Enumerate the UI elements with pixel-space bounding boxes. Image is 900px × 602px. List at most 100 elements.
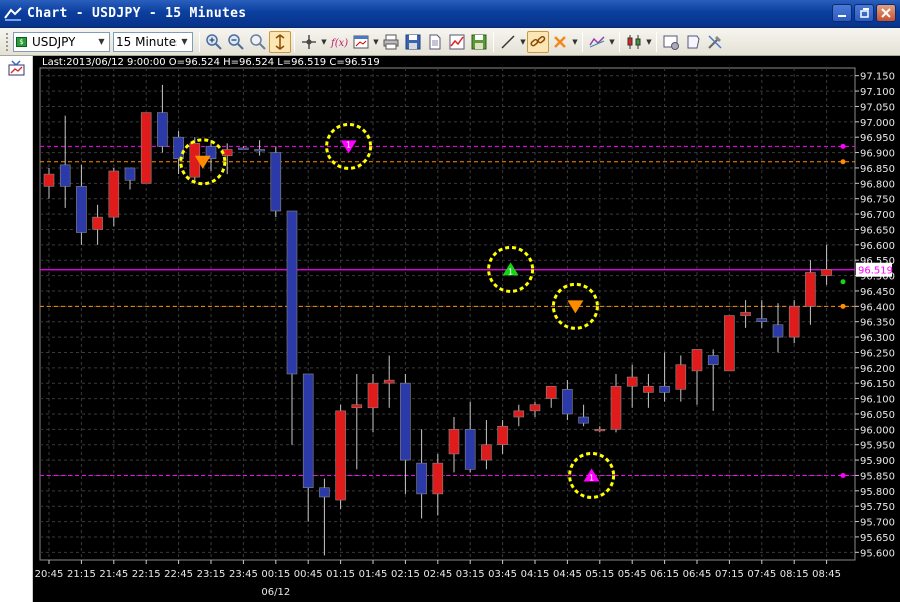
toolbar-separator xyxy=(199,31,200,52)
price-level-dot xyxy=(840,159,846,165)
chevron-down-icon[interactable]: ▼ xyxy=(372,31,380,53)
candle-body xyxy=(707,355,719,366)
print-button[interactable] xyxy=(380,31,402,53)
x-tick-label: 08:15 xyxy=(780,569,809,580)
y-tick-label: 97.050 xyxy=(860,102,895,113)
marker-label: 1 xyxy=(589,473,594,482)
chart-area[interactable]: 95.600 95.650 95.700 95.750 95.800 95.850 95.9… xyxy=(33,56,900,602)
candle-body xyxy=(270,152,282,212)
link-button[interactable] xyxy=(527,30,549,53)
price-level-dot xyxy=(840,472,846,478)
properties-button[interactable] xyxy=(660,31,682,53)
zoom-out-icon xyxy=(228,33,244,50)
x-tick-label: 00:15 xyxy=(261,569,290,580)
export-icon xyxy=(471,34,487,49)
document-button[interactable] xyxy=(424,31,446,53)
y-tick-label: 96.600 xyxy=(860,241,895,252)
y-tick-label: 97.150 xyxy=(860,72,895,83)
window-title: Chart - USDJPY - 15 Minutes xyxy=(27,6,247,21)
candle xyxy=(92,204,103,245)
x-tick-label: 04:45 xyxy=(553,569,582,580)
candle xyxy=(416,429,427,519)
y-tick-label: 96.250 xyxy=(860,348,895,359)
price-level-dot xyxy=(840,303,846,309)
x-tick-label: 06:15 xyxy=(650,569,679,580)
y-tick-label: 95.850 xyxy=(860,471,895,482)
candle-body xyxy=(481,444,492,461)
y-tick-label: 95.900 xyxy=(860,456,895,467)
timeframe-select[interactable]: 15 Minutes ▼ xyxy=(113,31,193,52)
candlestick-chart[interactable]: 95.600 95.650 95.700 95.750 95.800 95.850 95.9… xyxy=(33,56,900,602)
candle-body xyxy=(594,429,606,432)
chevron-down-icon[interactable]: ▼ xyxy=(94,33,109,51)
settings-button[interactable] xyxy=(704,31,726,53)
candle-body xyxy=(351,404,363,409)
chevron-down-icon[interactable]: ▼ xyxy=(608,31,616,53)
y-tick-label: 96.450 xyxy=(860,287,895,298)
chart-window-icon xyxy=(353,35,369,48)
link-icon xyxy=(530,35,546,46)
restore-button[interactable] xyxy=(854,4,874,22)
close-button[interactable] xyxy=(876,4,896,22)
delete-button[interactable] xyxy=(549,31,571,53)
chart-window-button[interactable] xyxy=(350,31,372,53)
candle-body xyxy=(302,373,314,489)
candle-body xyxy=(92,216,103,230)
save-button[interactable] xyxy=(402,31,424,53)
candle-body xyxy=(416,462,427,495)
chart-list-icon[interactable] xyxy=(8,60,25,77)
export-button[interactable] xyxy=(468,31,490,53)
minimize-button[interactable] xyxy=(832,4,852,22)
candle xyxy=(724,315,735,372)
chevron-down-icon[interactable]: ▼ xyxy=(320,31,328,53)
toolbar-grip[interactable] xyxy=(6,32,9,51)
x-tick-label: 23:45 xyxy=(229,569,258,580)
y-tick-label: 96.350 xyxy=(860,318,895,329)
crosshair-button[interactable] xyxy=(298,31,320,53)
indicator-button[interactable]: f(x) xyxy=(328,31,350,53)
x-tick-label: 04:15 xyxy=(521,569,550,580)
candle-body xyxy=(529,404,541,412)
x-tick-label: 21:15 xyxy=(67,569,96,580)
chevron-down-icon[interactable]: ▼ xyxy=(571,31,579,53)
candle-body xyxy=(464,429,476,470)
candle-body xyxy=(675,364,687,390)
candle-body xyxy=(157,112,168,147)
candle xyxy=(43,167,55,199)
candle-body xyxy=(286,210,298,375)
candle-body xyxy=(578,416,589,424)
template-icon xyxy=(687,35,700,48)
symbol-select[interactable]: $ USDJPY ▼ xyxy=(13,31,110,52)
candle xyxy=(497,420,508,454)
x-tick-label: 21:45 xyxy=(99,569,128,580)
chevron-down-icon[interactable]: ▼ xyxy=(645,31,653,53)
y-tick-label: 96.300 xyxy=(860,333,895,344)
candle xyxy=(432,453,444,516)
zoom-out-button[interactable] xyxy=(225,31,247,53)
side-panel xyxy=(0,56,33,602)
candle-body xyxy=(805,272,816,307)
x-tick-label: 20:45 xyxy=(35,569,64,580)
candle xyxy=(675,355,687,402)
line-tool-icon xyxy=(501,34,515,49)
y-tick-label: 95.600 xyxy=(860,548,895,559)
autoscroll-button[interactable] xyxy=(269,30,291,53)
delete-icon xyxy=(554,35,566,48)
object-list-button[interactable] xyxy=(586,31,608,53)
candle-style-button[interactable] xyxy=(623,31,645,53)
toolbar-separator xyxy=(619,31,620,52)
zoom-fit-button[interactable] xyxy=(247,31,269,53)
line-tool-button[interactable] xyxy=(497,31,519,53)
candle-body xyxy=(643,385,654,393)
y-tick-label: 96.650 xyxy=(860,225,895,236)
chevron-down-icon[interactable]: ▼ xyxy=(519,31,527,53)
candle-body xyxy=(367,382,379,409)
chevron-down-icon[interactable]: ▼ xyxy=(177,33,192,51)
properties-icon xyxy=(663,35,679,50)
candle xyxy=(464,401,476,473)
candle xyxy=(302,373,314,522)
template-button[interactable] xyxy=(682,31,704,53)
candle-body xyxy=(610,385,622,430)
chart-image-button[interactable] xyxy=(446,31,468,53)
zoom-in-button[interactable] xyxy=(203,31,225,53)
